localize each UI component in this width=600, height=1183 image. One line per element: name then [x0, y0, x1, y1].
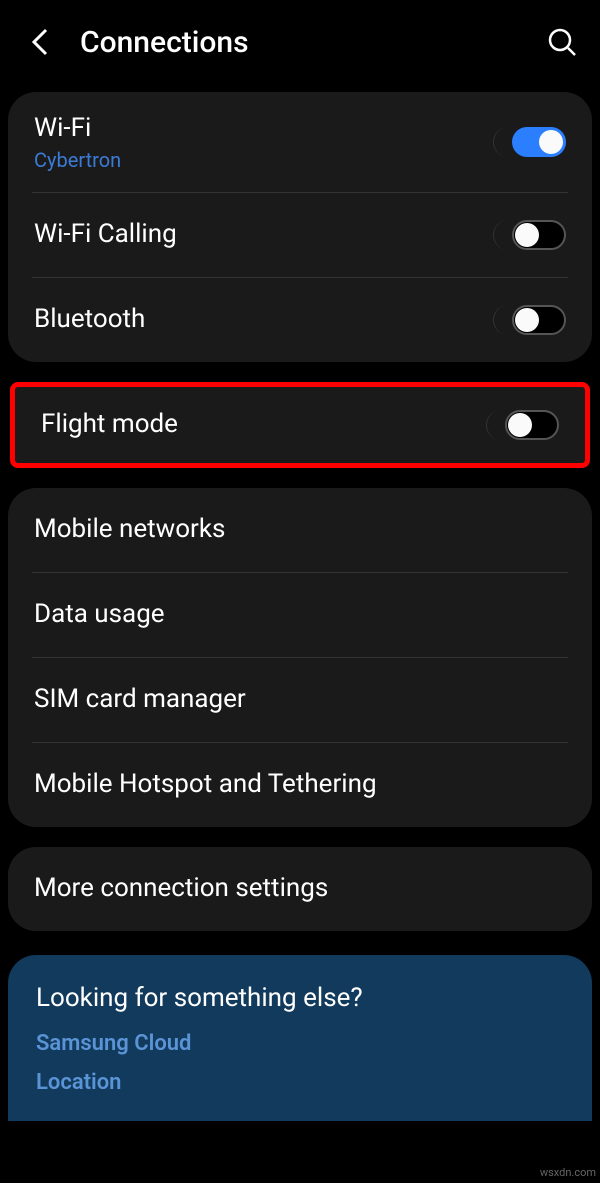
data-usage-row[interactable]: Data usage	[8, 573, 592, 657]
wifi-calling-toggle[interactable]	[493, 220, 566, 250]
bluetooth-toggle[interactable]	[493, 305, 566, 335]
more-settings-card: More connection settings	[8, 847, 592, 931]
bluetooth-row[interactable]: Bluetooth	[8, 278, 592, 362]
connections-group-1: Wi-Fi Cybertron Wi-Fi Calling Bluetooth	[8, 92, 592, 362]
flight-mode-row[interactable]: Flight mode	[15, 387, 585, 463]
suggestions-title: Looking for something else?	[36, 983, 564, 1013]
header: Connections	[0, 0, 600, 84]
hotspot-row[interactable]: Mobile Hotspot and Tethering	[8, 743, 592, 827]
flight-mode-card: Flight mode	[10, 382, 590, 468]
bluetooth-title: Bluetooth	[34, 303, 483, 337]
sim-manager-row[interactable]: SIM card manager	[8, 658, 592, 742]
wifi-calling-title: Wi-Fi Calling	[34, 218, 483, 252]
wifi-subtitle: Cybertron	[34, 148, 483, 172]
more-settings-row[interactable]: More connection settings	[8, 847, 592, 931]
wifi-toggle[interactable]	[493, 127, 566, 157]
search-icon	[547, 27, 577, 57]
wifi-calling-row[interactable]: Wi-Fi Calling	[8, 193, 592, 277]
mobile-networks-title: Mobile networks	[34, 513, 566, 547]
wifi-title: Wi-Fi	[34, 112, 483, 146]
wifi-row[interactable]: Wi-Fi Cybertron	[8, 92, 592, 192]
sim-manager-title: SIM card manager	[34, 683, 566, 717]
more-settings-title: More connection settings	[34, 872, 566, 906]
watermark: wsxdn.com	[540, 1166, 596, 1179]
data-usage-title: Data usage	[34, 598, 566, 632]
search-button[interactable]	[544, 24, 580, 60]
page-title: Connections	[80, 25, 544, 60]
location-link[interactable]: Location	[36, 1070, 564, 1095]
chevron-left-icon	[31, 27, 49, 57]
mobile-networks-row[interactable]: Mobile networks	[8, 488, 592, 572]
wifi-content: Wi-Fi Cybertron	[34, 112, 483, 172]
suggestions-card: Looking for something else? Samsung Clou…	[8, 955, 592, 1121]
flight-mode-toggle[interactable]	[486, 410, 559, 440]
back-button[interactable]	[24, 26, 56, 58]
flight-mode-title: Flight mode	[41, 408, 476, 442]
hotspot-title: Mobile Hotspot and Tethering	[34, 768, 566, 802]
connections-group-2: Mobile networks Data usage SIM card mana…	[8, 488, 592, 827]
samsung-cloud-link[interactable]: Samsung Cloud	[36, 1031, 564, 1056]
